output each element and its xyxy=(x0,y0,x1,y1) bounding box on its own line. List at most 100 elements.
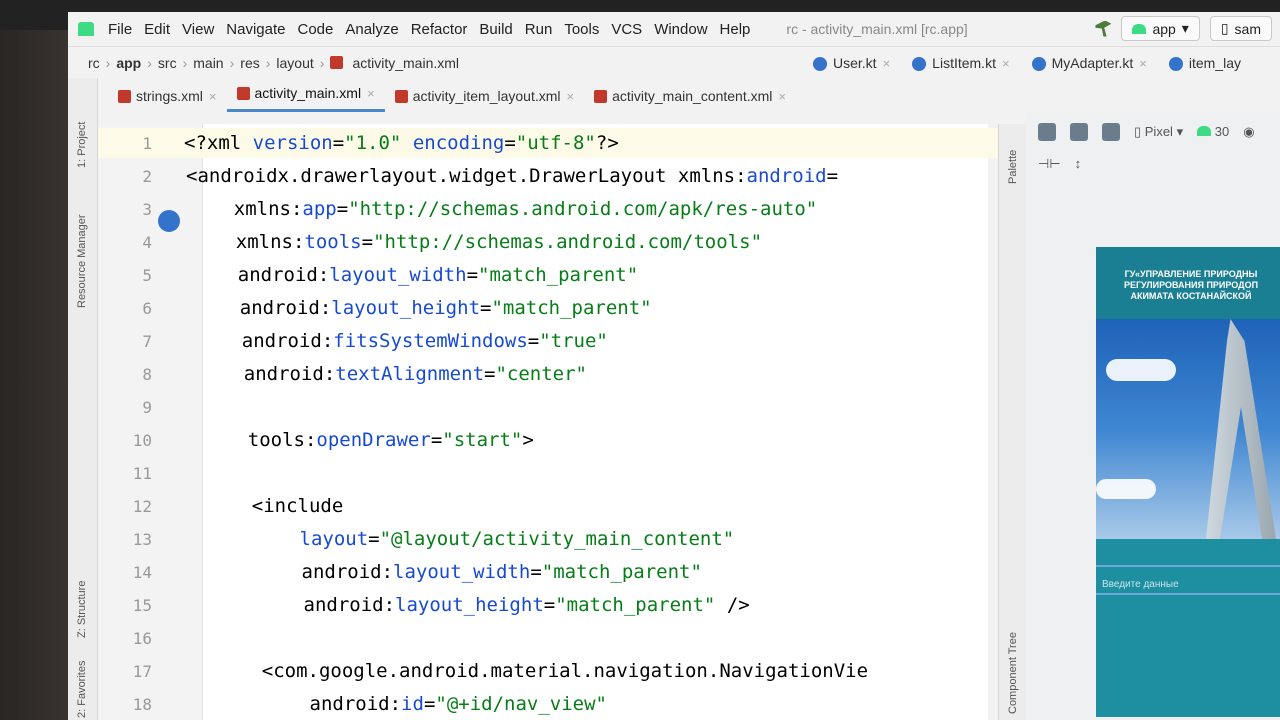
tab-listitem-kt[interactable]: ListItem.kt × xyxy=(912,55,1010,72)
breadcrumb-current[interactable]: activity_main.xml xyxy=(330,55,459,71)
menu-analyze[interactable]: Analyze xyxy=(345,21,398,38)
tab-user-kt[interactable]: User.kt × xyxy=(813,54,891,72)
code-line: 18 android:id="@+id/nav_view" xyxy=(98,689,998,719)
breadcrumb-current-label: activity_main.xml xyxy=(352,54,460,71)
menu-help[interactable]: Help xyxy=(720,21,751,38)
vertical-resize-icon[interactable]: ↕ xyxy=(1075,156,1082,171)
breadcrumb-item[interactable]: app xyxy=(116,55,141,71)
chevron-down-icon: ▾ xyxy=(1181,20,1189,36)
menu-bar: File Edit View Navigate Code Analyze Ref… xyxy=(68,12,1280,46)
close-icon[interactable]: × xyxy=(778,89,786,104)
component-tree-tool-button[interactable]: Component Tree xyxy=(1007,632,1019,714)
tab-myadapter-kt[interactable]: MyAdapter.kt × xyxy=(1031,54,1147,72)
code-text: android:layout_height="match_parent" /> xyxy=(303,594,750,616)
rotate-icon[interactable] xyxy=(1070,122,1088,141)
line-number: 3 xyxy=(142,199,152,219)
breadcrumb: rc › app › src › main › res › layout › activit… xyxy=(68,46,1280,78)
close-icon[interactable]: × xyxy=(367,86,375,101)
device-preview-select[interactable]: ▯ Pixel ▾ xyxy=(1134,124,1183,140)
code-editor[interactable]: 4 ˄ ˅ 1<?xml version="1.0" encoding="utf… xyxy=(98,124,998,720)
breadcrumb-item[interactable]: src xyxy=(158,55,177,71)
line-number: 10 xyxy=(132,430,152,450)
code-line: 9 xyxy=(98,392,998,422)
breadcrumb-item[interactable]: main xyxy=(193,55,223,71)
code-line: 3 xmlns:app="http://schemas.android.com/… xyxy=(98,194,998,224)
code-line: 13 layout="@layout/activity_main_content… xyxy=(98,524,998,554)
code-line: 7 android:fitsSystemWindows="true" xyxy=(98,326,998,356)
hammer-icon[interactable] xyxy=(1095,20,1112,37)
menu-refactor[interactable]: Refactor xyxy=(411,21,468,38)
line-number: 1 xyxy=(142,133,152,153)
line-number: 15 xyxy=(132,595,152,615)
device-select[interactable]: ▯ sam xyxy=(1209,16,1272,41)
close-icon[interactable]: × xyxy=(1002,56,1010,71)
tab-label: User.kt xyxy=(833,54,877,71)
android-icon xyxy=(1132,23,1147,34)
kotlin-file-icon xyxy=(1031,57,1046,72)
menu-navigate[interactable]: Navigate xyxy=(226,21,285,38)
menu-view[interactable]: View xyxy=(182,21,214,38)
tab-label: activity_main_content.xml xyxy=(612,88,773,104)
menu-build[interactable]: Build xyxy=(479,21,512,38)
close-icon[interactable]: × xyxy=(567,89,575,104)
android-icon xyxy=(1197,126,1212,136)
resource-manager-tool-button[interactable]: Resource Manager xyxy=(76,214,88,308)
menu-window[interactable]: Window xyxy=(654,21,707,38)
menu-file[interactable]: File xyxy=(108,21,132,38)
kotlin-file-icon xyxy=(813,57,827,72)
project-tool-button[interactable]: 1: Project xyxy=(76,122,88,168)
kotlin-file-icon xyxy=(1168,57,1183,72)
api-level-label: 30 xyxy=(1214,124,1230,139)
layout-preview[interactable]: ГУ«УПРАВЛЕНИЕ ПРИРОДНЫ РЕГУЛИРОВАНИЯ ПРИ… xyxy=(1096,247,1280,717)
menu-edit[interactable]: Edit xyxy=(144,21,170,38)
android-studio-logo-icon xyxy=(78,22,94,36)
eye-icon[interactable]: ◉ xyxy=(1243,124,1254,140)
code-line: 15 android:layout_height="match_parent" … xyxy=(98,590,998,620)
tab-item-layout[interactable]: item_lay xyxy=(1168,55,1241,72)
run-config-select[interactable]: app ▾ xyxy=(1121,16,1200,41)
line-number: 7 xyxy=(142,331,152,351)
preview-input-hint: Введите данные xyxy=(1096,575,1280,595)
breadcrumb-item[interactable]: rc xyxy=(88,55,100,71)
menu-tools[interactable]: Tools xyxy=(564,21,599,38)
margin-icon[interactable]: ⊣⊢ xyxy=(1038,156,1061,172)
line-number: 5 xyxy=(142,265,152,285)
monitor-bezel xyxy=(0,0,75,720)
tab-label: strings.xml xyxy=(136,88,203,104)
layers-icon[interactable] xyxy=(1038,122,1056,141)
cloud xyxy=(1096,479,1156,499)
close-icon[interactable]: × xyxy=(883,56,891,71)
code-text: android:layout_width="match_parent" xyxy=(301,561,702,583)
menu-run[interactable]: Run xyxy=(525,21,553,38)
close-icon[interactable]: × xyxy=(209,89,217,104)
favorites-tool-button[interactable]: 2: Favorites xyxy=(76,661,88,718)
code-text: layout="@layout/activity_main_content" xyxy=(299,528,735,550)
design-toolbar: ▯ Pixel ▾ 30 ◉ ⊣⊢ ↕ xyxy=(1026,112,1280,182)
api-level-select[interactable]: 30 xyxy=(1197,124,1229,139)
night-mode-icon[interactable] xyxy=(1102,122,1120,141)
preview-image xyxy=(1096,319,1280,539)
breadcrumb-item[interactable]: layout xyxy=(276,55,313,71)
line-number: 13 xyxy=(132,529,152,549)
tab-activity-main-content-xml[interactable]: activity_main_content.xml × xyxy=(584,88,796,112)
code-text: xmlns:tools="http://schemas.android.com/… xyxy=(235,231,763,253)
tab-activity-item-layout-xml[interactable]: activity_item_layout.xml × xyxy=(385,88,584,112)
code-text: android:layout_height="match_parent" xyxy=(239,297,652,319)
menu-vcs[interactable]: VCS xyxy=(611,21,642,38)
menu-code[interactable]: Code xyxy=(297,21,333,38)
window-title: rc - activity_main.xml [rc.app] xyxy=(786,21,968,37)
tab-strings-xml[interactable]: strings.xml × xyxy=(108,88,227,112)
line-number: 8 xyxy=(142,364,152,384)
close-icon[interactable]: × xyxy=(1139,56,1147,71)
tab-activity-main-xml[interactable]: activity_main.xml × xyxy=(226,85,385,112)
breadcrumb-item[interactable]: res xyxy=(240,55,259,71)
code-text: tools:openDrawer="start"> xyxy=(247,429,534,451)
tab-label: activity_main.xml xyxy=(254,85,362,101)
palette-tool-button[interactable]: Palette xyxy=(1007,150,1019,184)
code-line: 8 android:textAlignment="center" xyxy=(98,359,998,389)
code-line: 10 tools:openDrawer="start"> xyxy=(98,425,998,455)
tab-label: MyAdapter.kt xyxy=(1051,54,1134,71)
toolbar-right: app ▾ ▯ sam xyxy=(1095,16,1272,41)
structure-tool-button[interactable]: Z: Structure xyxy=(76,581,88,638)
code-line: 14 android:layout_width="match_parent" xyxy=(98,557,998,587)
